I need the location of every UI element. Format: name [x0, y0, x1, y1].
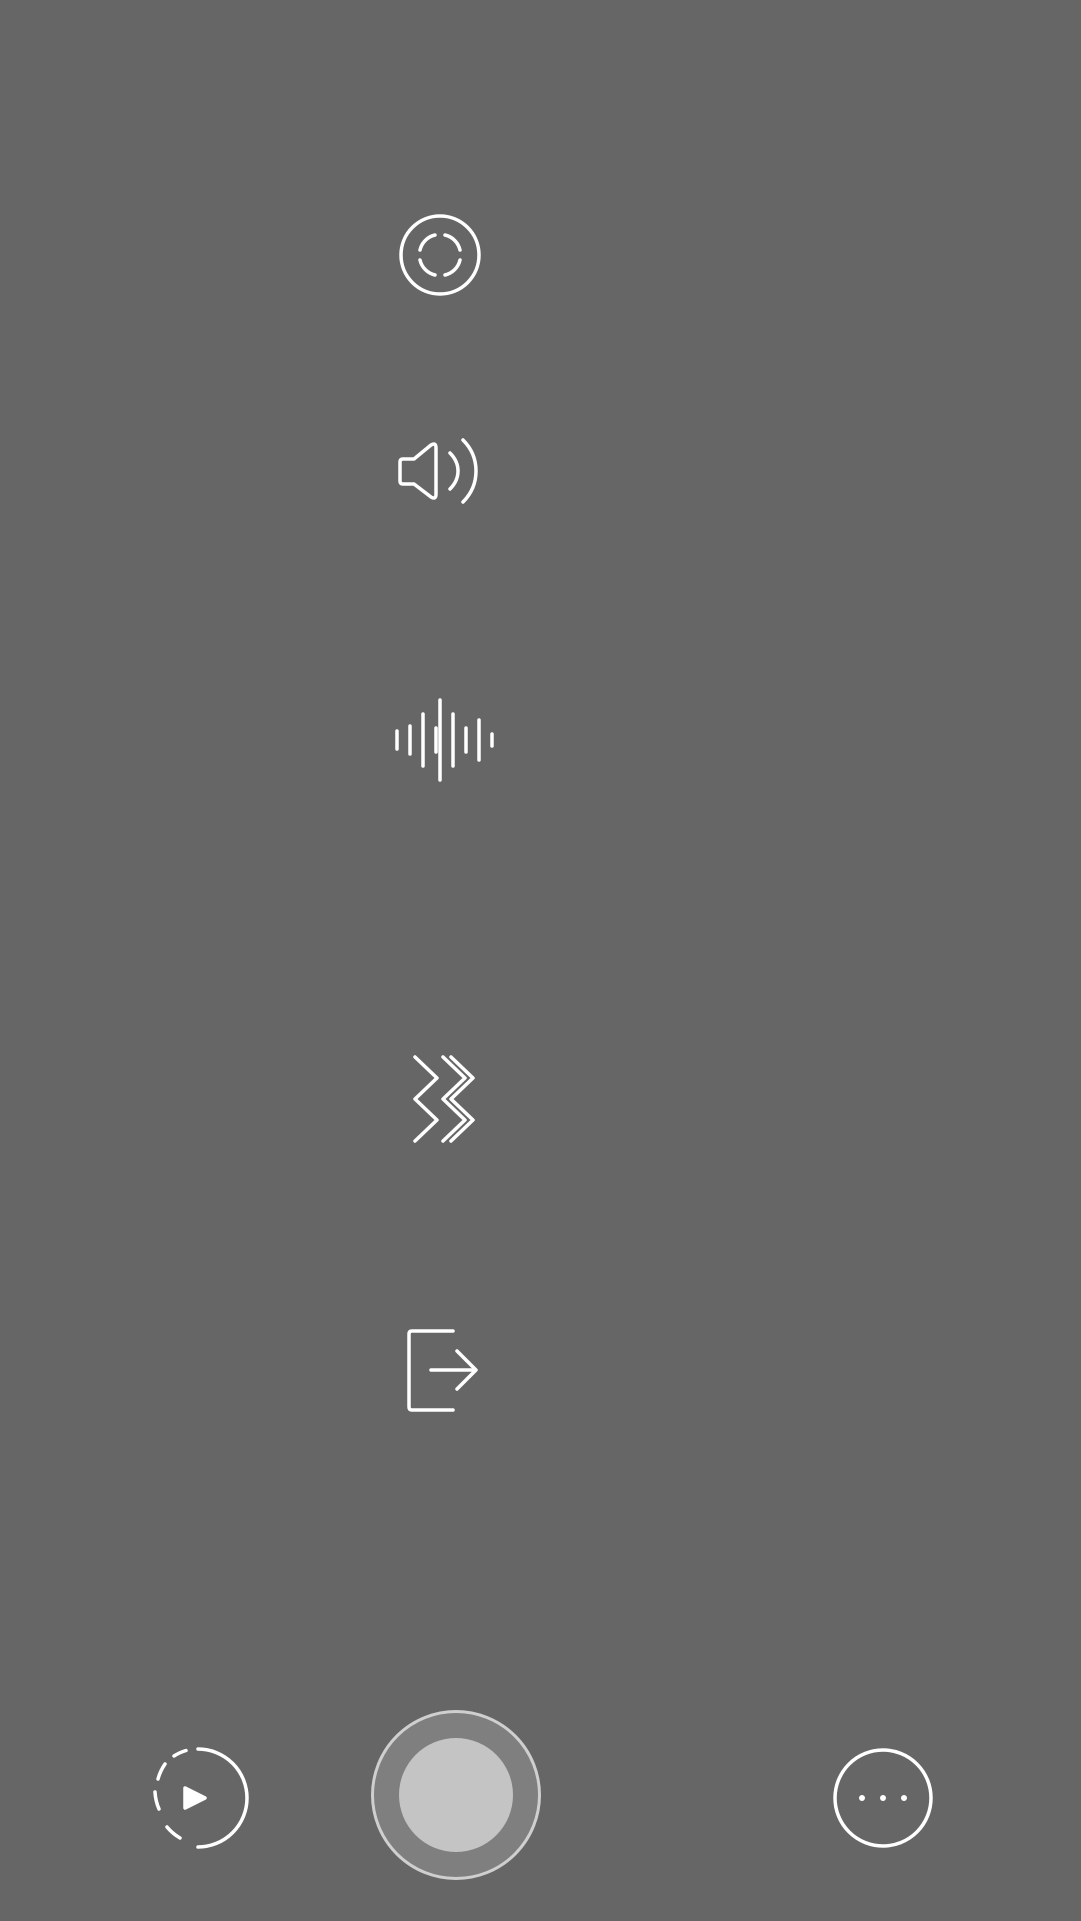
fast-forward-button[interactable] — [340, 1005, 540, 1205]
more-options-button[interactable] — [823, 1738, 943, 1858]
play-timer-icon — [153, 1747, 249, 1849]
timer-play-button[interactable] — [138, 1738, 258, 1858]
volume-button[interactable] — [340, 371, 540, 571]
audio-waveform-icon — [395, 698, 494, 782]
screen — [0, 0, 1081, 1921]
exit-icon — [407, 1329, 478, 1412]
focus-button[interactable] — [340, 155, 540, 355]
capture-button-core — [399, 1738, 513, 1852]
capture-button[interactable] — [371, 1710, 541, 1880]
triple-chevron-right-icon — [413, 1055, 475, 1143]
focus-icon — [399, 214, 481, 296]
volume-icon — [398, 438, 478, 504]
more-options-icon — [833, 1748, 933, 1848]
audio-waveform-button[interactable] — [340, 640, 540, 840]
exit-button[interactable] — [340, 1272, 540, 1472]
